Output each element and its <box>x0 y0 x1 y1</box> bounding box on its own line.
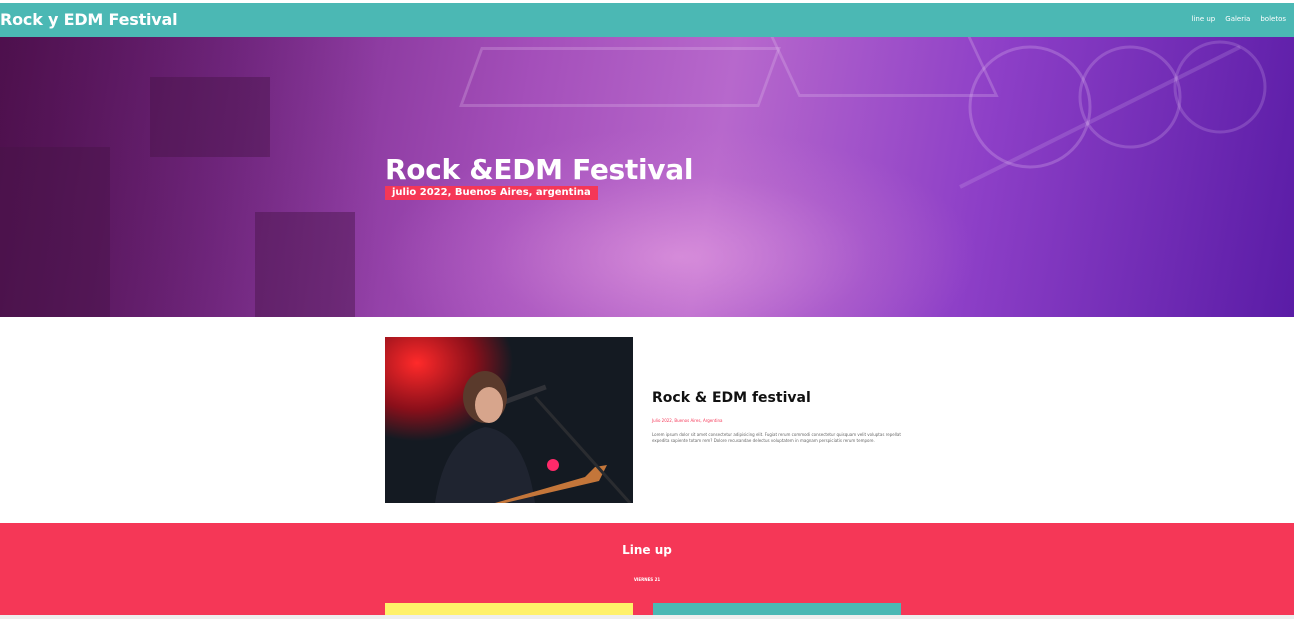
about-date: Julio 2022, Buenos Aires, Argentina <box>652 418 723 423</box>
nav-links: line up Galeria boletos <box>1192 15 1286 23</box>
lineup-card-yellow <box>385 603 633 615</box>
hero-section: Rock &EDM Festival julio 2022, Buenos Ai… <box>0 37 1294 317</box>
navbar: Rock y EDM Festival line up Galeria bole… <box>0 3 1294 37</box>
nav-link-boletos[interactable]: boletos <box>1260 15 1286 23</box>
hero-title: Rock &EDM Festival <box>385 153 694 186</box>
hero-subtitle: julio 2022, Buenos Aires, argentina <box>385 186 598 200</box>
about-title: Rock & EDM festival <box>652 390 811 406</box>
speaker-stack-left <box>0 147 110 317</box>
lineup-section: Line up VIERNES 21 <box>0 523 1294 615</box>
guitarist-photo <box>385 337 633 503</box>
nav-link-lineup[interactable]: line up <box>1192 15 1216 23</box>
speaker-mid-left <box>255 212 355 317</box>
lineup-card-teal <box>653 603 901 615</box>
lineup-title: Line up <box>622 543 672 557</box>
speaker-top-left <box>150 77 270 157</box>
bottom-strip <box>0 615 1294 619</box>
stage-truss <box>459 47 781 107</box>
lineup-day: VIERNES 21 <box>633 577 661 582</box>
about-text: Lorem ipsum dolor sit amet consectetur a… <box>652 432 901 443</box>
nav-link-galeria[interactable]: Galeria <box>1225 15 1250 23</box>
site-brand[interactable]: Rock y EDM Festival <box>0 10 178 29</box>
